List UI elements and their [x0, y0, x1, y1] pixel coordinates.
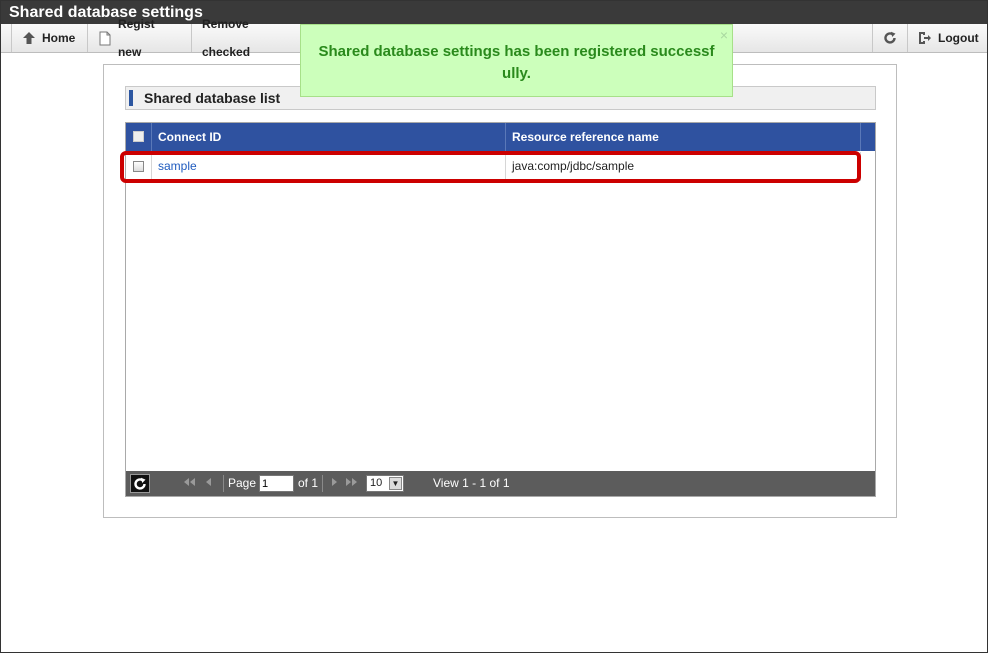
table-row[interactable]: sample java:comp/jdbc/sample	[120, 151, 861, 183]
panel-header-accent	[129, 90, 133, 106]
new-document-icon	[98, 31, 112, 45]
resource-reference-name-cell: java:comp/jdbc/sample	[506, 152, 861, 181]
logout-label: Logout	[938, 31, 979, 45]
panel-title: Shared database list	[144, 90, 281, 106]
regist-new-button[interactable]: Regist new	[88, 17, 192, 59]
close-icon[interactable]: ×	[720, 27, 728, 43]
regist-new-label: Regist new	[117, 17, 155, 59]
row-checkbox[interactable]	[133, 161, 144, 173]
page-size-value: 10	[370, 477, 383, 489]
notification-message: Shared database settings has been regist…	[318, 43, 715, 82]
remove-checked-button[interactable]: Remove checked	[192, 17, 302, 59]
refresh-icon	[134, 477, 146, 490]
column-header-resource-reference-name[interactable]: Resource reference name	[506, 123, 861, 151]
logout-button[interactable]: Logout	[908, 24, 987, 52]
view-range-text: View 1 - 1 of 1	[433, 476, 510, 490]
column-header-connect-id[interactable]: Connect ID	[152, 123, 506, 151]
connect-id-link[interactable]: sample	[158, 159, 197, 173]
shared-database-panel: Shared database list Connect ID Resource…	[103, 64, 897, 518]
prev-page-icon[interactable]	[203, 475, 213, 492]
success-notification: × Shared database settings has been regi…	[300, 24, 733, 97]
next-page-icon[interactable]	[330, 475, 340, 492]
home-up-arrow-icon	[22, 31, 36, 45]
grid-pager: Page of 1 10 ▼ View 1 - 1 of 1	[126, 471, 875, 496]
select-all-cell	[126, 123, 152, 151]
page-label: Page	[228, 476, 257, 490]
pager-separator	[322, 475, 323, 492]
refresh-button[interactable]	[872, 24, 908, 52]
first-page-icon[interactable]	[182, 475, 196, 492]
last-page-icon[interactable]	[345, 475, 359, 492]
pager-separator	[223, 475, 224, 492]
page-number-input[interactable]	[259, 475, 294, 492]
home-button[interactable]: Home	[11, 24, 88, 52]
row-select-cell	[126, 152, 152, 181]
grid-header: Connect ID Resource reference name	[126, 123, 875, 151]
shared-database-grid: Connect ID Resource reference name sampl…	[120, 122, 876, 497]
chevron-down-icon: ▼	[389, 477, 402, 490]
select-all-checkbox[interactable]	[133, 131, 144, 142]
page-count-label: of 1	[298, 476, 319, 490]
remove-checked-label: Remove checked	[202, 17, 251, 59]
page-size-select[interactable]: 10 ▼	[366, 475, 404, 492]
home-label: Home	[42, 31, 76, 45]
logout-icon	[918, 31, 932, 45]
refresh-icon	[883, 31, 897, 45]
connect-id-cell: sample	[152, 152, 506, 181]
app-window: Shared database settings Home Regist new…	[0, 0, 988, 653]
grid-refresh-button[interactable]	[130, 474, 150, 493]
